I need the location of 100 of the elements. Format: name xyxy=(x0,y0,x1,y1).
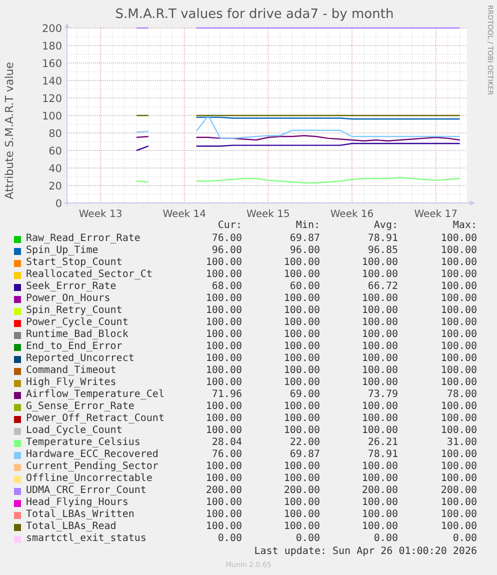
legend-name: Power_Off_Retract_Count xyxy=(26,413,166,425)
legend-value: 26.21 xyxy=(366,437,398,449)
legend-name: Head_Flying_Hours xyxy=(26,497,130,509)
legend-value: 100.00 xyxy=(204,305,242,317)
y-tick-label: 0 xyxy=(55,198,62,210)
legend-name: UDMA_CRC_Error_Count xyxy=(26,485,148,497)
legend-name: Seek_Error_Rate xyxy=(26,281,118,293)
legend-value: 100.00 xyxy=(440,449,477,461)
legend-name: Spin_Retry_Count xyxy=(26,305,124,317)
legend-value: 68.00 xyxy=(210,281,242,293)
legend-value: 100.00 xyxy=(440,245,477,257)
legend-name: G_Sense_Error_Rate xyxy=(26,401,136,413)
legend-value: 100.00 xyxy=(282,473,320,485)
legend-value: 100.00 xyxy=(282,521,320,533)
y-tick-label: 200 xyxy=(42,23,62,35)
legend-value: 100.00 xyxy=(440,281,477,293)
legend-name: Command_Timeout xyxy=(26,365,118,377)
legend-value: 100.00 xyxy=(282,329,320,341)
legend-value: 0.00 xyxy=(372,533,398,545)
legend-value: 78.91 xyxy=(366,449,398,461)
legend-value: 96.00 xyxy=(288,245,320,257)
legend-value: 100.00 xyxy=(204,401,242,413)
y-tick-label: 80 xyxy=(48,128,62,140)
legend-value: 100.00 xyxy=(282,461,320,473)
legend-name: Spin_Up_Time xyxy=(26,245,100,257)
legend-value: 100.00 xyxy=(440,365,477,377)
legend-name: Total_LBAs_Read xyxy=(26,521,118,533)
legend-value: 100.00 xyxy=(440,521,477,533)
legend-name: Power_On_Hours xyxy=(26,293,112,305)
legend-value: 69.87 xyxy=(288,233,320,245)
y-tick-label: 100 xyxy=(42,110,62,122)
legend-value: 22.00 xyxy=(288,437,320,449)
legend-value: 73.79 xyxy=(366,389,398,401)
column-header: Cur: xyxy=(216,220,242,233)
legend-value: 100.00 xyxy=(282,305,320,317)
legend-name: End_to_End_Error xyxy=(26,341,124,353)
legend-value: 100.00 xyxy=(440,329,477,341)
legend-value: 100.00 xyxy=(282,353,320,365)
legend-value: 100.00 xyxy=(204,509,242,521)
legend-value: 76.00 xyxy=(210,449,242,461)
legend-value: 100.00 xyxy=(204,293,242,305)
legend-value: 100.00 xyxy=(360,293,398,305)
legend-name: Offline_Uncorrectable xyxy=(26,473,154,485)
legend-value: 0.00 xyxy=(452,533,477,545)
legend-value: 100.00 xyxy=(440,353,477,365)
legend-value: 100.00 xyxy=(282,401,320,413)
y-tick-label: 20 xyxy=(48,180,62,192)
legend-value: 100.00 xyxy=(360,317,398,329)
legend-value: 100.00 xyxy=(282,293,320,305)
legend-value: 96.85 xyxy=(366,245,398,257)
column-header: Avg: xyxy=(372,220,398,233)
legend-value: 71.96 xyxy=(210,389,242,401)
legend-value: 100.00 xyxy=(360,473,398,485)
x-tick-label: Week 15 xyxy=(246,209,290,220)
legend-value: 200.00 xyxy=(440,485,477,497)
legend-value: 100.00 xyxy=(204,473,242,485)
column-header: Min: xyxy=(294,220,320,233)
legend-value: 100.00 xyxy=(360,413,398,425)
legend-value: 100.00 xyxy=(204,377,242,389)
legend-value: 200.00 xyxy=(360,485,398,497)
legend-value: 100.00 xyxy=(282,257,320,269)
x-tick-label: Week 17 xyxy=(414,209,458,220)
legend-value: 0.00 xyxy=(294,533,320,545)
legend-name: Temperature_Celsius xyxy=(26,437,142,449)
legend-value: 100.00 xyxy=(440,317,477,329)
legend-value: 100.00 xyxy=(360,257,398,269)
legend-value: 100.00 xyxy=(204,413,242,425)
legend-value: 96.00 xyxy=(210,245,242,257)
legend-name: Power_Cycle_Count xyxy=(26,317,130,329)
legend-value: 100.00 xyxy=(204,497,242,509)
legend-name: Load_Cycle_Count xyxy=(26,425,124,437)
x-tick-label: Week 14 xyxy=(162,209,206,220)
legend-value: 100.00 xyxy=(440,233,477,245)
legend-value: 100.00 xyxy=(440,425,477,437)
legend-name: Start_Stop_Count xyxy=(26,257,124,269)
legend-name: smartctl_exit_status xyxy=(26,533,148,545)
legend-value: 100.00 xyxy=(204,341,242,353)
legend-value: 100.00 xyxy=(440,377,477,389)
legend-value: 66.72 xyxy=(366,281,398,293)
column-header: Max: xyxy=(452,220,477,233)
y-tick-label: 60 xyxy=(48,146,62,158)
legend-value: 100.00 xyxy=(204,257,242,269)
legend-value: 100.00 xyxy=(204,353,242,365)
legend-name: Raw_Read_Error_Rate xyxy=(26,233,142,245)
legend-value: 100.00 xyxy=(440,497,477,509)
legend-value: 60.00 xyxy=(288,281,320,293)
legend-value: 100.00 xyxy=(440,257,477,269)
legend-value: 100.00 xyxy=(282,341,320,353)
x-tick-label: Week 13 xyxy=(78,209,122,220)
legend-value: 100.00 xyxy=(282,377,320,389)
legend-value: 100.00 xyxy=(204,425,242,437)
legend-value: 76.00 xyxy=(210,233,242,245)
legend-value: 100.00 xyxy=(360,461,398,473)
legend-value: 0.00 xyxy=(216,533,242,545)
legend-value: 100.00 xyxy=(204,365,242,377)
legend-value: 100.00 xyxy=(360,365,398,377)
y-tick-label: 140 xyxy=(42,76,62,88)
legend-value: 100.00 xyxy=(440,461,477,473)
legend-name: Hardware_ECC_Recovered xyxy=(26,449,160,461)
legend-value: 100.00 xyxy=(440,509,477,521)
